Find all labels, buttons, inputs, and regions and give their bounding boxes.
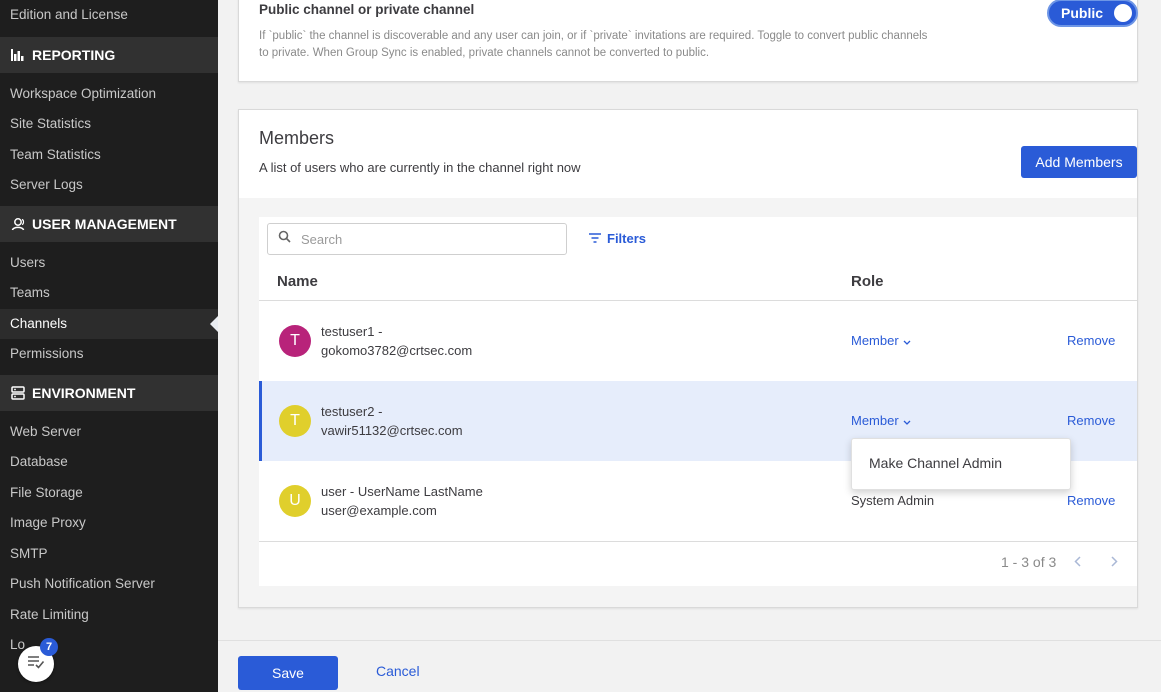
pagination-count: 1 - 3 of 3 (1001, 554, 1057, 570)
sidebar-item-rate-limiting[interactable]: Rate Limiting (0, 600, 218, 631)
user-email: gokomo3782@crtsec.com (321, 343, 473, 358)
user-info: testuser2 - vawir51132@crtsec.com (321, 402, 463, 440)
make-channel-admin-option[interactable]: Make Channel Admin (869, 455, 1070, 471)
sidebar-item-teams[interactable]: Teams (0, 278, 218, 309)
members-body: Filters Name Role T testuser1 - gokomo37… (239, 198, 1137, 607)
filters-label: Filters (607, 231, 647, 246)
filters-button[interactable]: Filters (589, 231, 646, 246)
members-card: Members A list of users who are currentl… (238, 109, 1138, 608)
user-email: vawir51132@crtsec.com (321, 423, 463, 438)
remove-button[interactable]: Remove (1067, 493, 1115, 508)
sidebar-item-label: Channels (10, 315, 68, 331)
user-display-name: testuser1 - (321, 324, 383, 339)
filter-icon (589, 231, 601, 246)
avatar: T (279, 405, 311, 437)
role-label: Member (851, 413, 899, 428)
user-email: user@example.com (321, 503, 437, 518)
sidebar-item-server-logs[interactable]: Server Logs (0, 170, 218, 201)
members-title: Members (259, 128, 335, 148)
role-dropdown[interactable]: Member (851, 413, 911, 428)
chevron-down-icon (903, 413, 911, 428)
user-info: user - UserName LastName user@example.co… (321, 482, 483, 520)
sidebar-item-database[interactable]: Database (0, 447, 218, 478)
search-input[interactable] (301, 231, 551, 247)
notification-count-badge: 7 (40, 638, 58, 656)
checklist-icon (27, 655, 45, 674)
main-content: Public channel or private channel If `pu… (218, 0, 1161, 692)
chevron-left-icon[interactable] (1074, 554, 1081, 570)
column-header-name: Name (277, 273, 318, 290)
sidebar-item-web-server[interactable]: Web Server (0, 417, 218, 448)
sidebar-section-title: REPORTING (32, 46, 116, 63)
user-info: testuser1 - gokomo3782@crtsec.com (321, 322, 472, 360)
sidebar-item-smtp[interactable]: SMTP (0, 539, 218, 570)
remove-button[interactable]: Remove (1067, 333, 1115, 348)
sidebar-item-push-notification-server[interactable]: Push Notification Server (0, 569, 218, 600)
search-icon (278, 230, 291, 248)
users-icon (10, 216, 26, 232)
chevron-down-icon (903, 333, 911, 348)
members-list: Filters Name Role T testuser1 - gokomo37… (259, 217, 1137, 586)
toggle-label: Public (1061, 5, 1104, 21)
role-label-static: System Admin (851, 493, 935, 508)
role-dropdown-menu: Make Channel Admin (851, 438, 1071, 490)
sidebar-item-users[interactable]: Users (0, 248, 218, 279)
sidebar-item-permissions[interactable]: Permissions (0, 339, 218, 370)
role-dropdown[interactable]: Member (851, 333, 911, 348)
sidebar-section-title: ENVIRONMENT (32, 384, 136, 401)
avatar: U (279, 485, 311, 517)
pagination-divider (259, 541, 1137, 542)
public-private-toggle[interactable]: Public (1047, 0, 1138, 27)
cancel-button[interactable]: Cancel (376, 663, 420, 679)
chevron-right-icon[interactable] (1111, 554, 1118, 570)
avatar: T (279, 325, 311, 357)
add-members-button[interactable]: Add Members (1021, 146, 1137, 178)
save-footer: Save Cancel (218, 640, 1161, 692)
checklist-button[interactable]: 7 (18, 638, 58, 682)
sidebar-item-edition-license[interactable]: Edition and License (0, 0, 218, 31)
sidebar-item-workspace-optimization[interactable]: Workspace Optimization (0, 79, 218, 110)
channel-privacy-card: Public channel or private channel If `pu… (238, 0, 1138, 82)
sidebar-item-team-statistics[interactable]: Team Statistics (0, 140, 218, 171)
sidebar-item-file-storage[interactable]: File Storage (0, 478, 218, 509)
sidebar-item-channels[interactable]: Channels (0, 308, 218, 339)
server-icon (10, 385, 26, 401)
save-button[interactable]: Save (238, 656, 338, 690)
role-label: Member (851, 333, 899, 348)
search-box[interactable] (267, 223, 567, 255)
user-display-name: user - UserName LastName (321, 484, 483, 499)
table-row: T testuser1 - gokomo3782@crtsec.com Memb… (259, 301, 1137, 381)
privacy-setting-description: If `public` the channel is discoverable … (259, 30, 928, 59)
pagination: 1 - 3 of 3 (1001, 554, 1118, 570)
bar-chart-icon (10, 47, 26, 63)
sidebar-section-user-management: USER MANAGEMENT (0, 205, 218, 242)
sidebar-item-image-proxy[interactable]: Image Proxy (0, 508, 218, 539)
admin-sidebar: Edition and License REPORTING Workspace … (0, 0, 218, 692)
active-indicator-caret (210, 315, 218, 332)
sidebar-section-reporting: REPORTING (0, 36, 218, 73)
toggle-knob (1114, 4, 1132, 22)
privacy-setting-title: Public channel or private channel (259, 2, 475, 17)
sidebar-section-title: USER MANAGEMENT (32, 215, 177, 232)
user-display-name: testuser2 - (321, 404, 383, 419)
remove-button[interactable]: Remove (1067, 413, 1115, 428)
sidebar-section-environment: ENVIRONMENT (0, 374, 218, 411)
sidebar-item-site-statistics[interactable]: Site Statistics (0, 109, 218, 140)
members-subtitle: A list of users who are currently in the… (259, 160, 581, 175)
column-header-role: Role (851, 273, 884, 290)
